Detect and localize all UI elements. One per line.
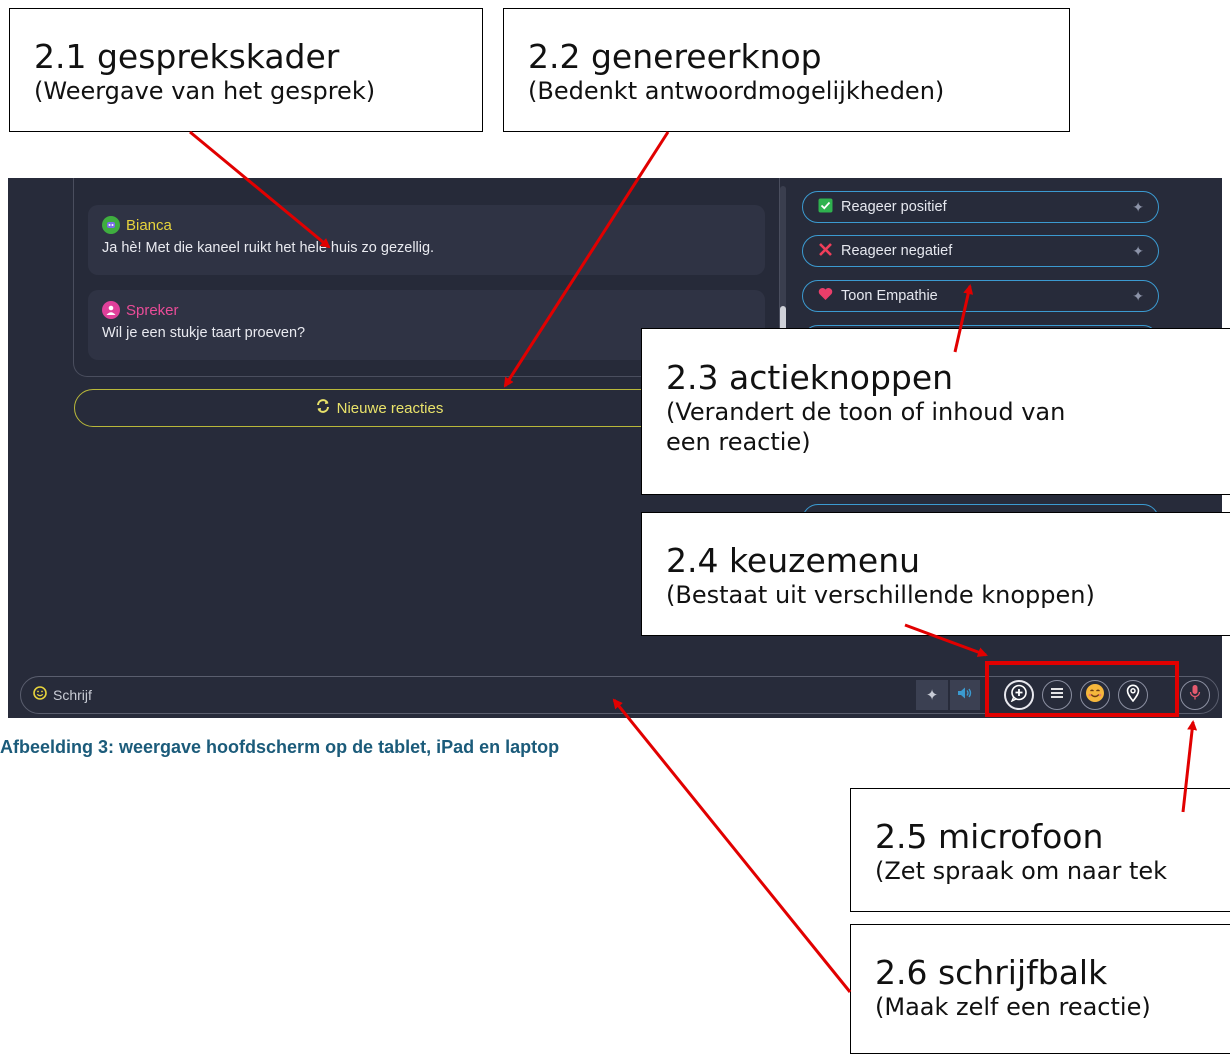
arrow-generate-button	[503, 131, 670, 388]
arrow-conversation-frame	[189, 130, 331, 249]
arrow-microphone	[1181, 720, 1198, 813]
arrow-choice-menu	[904, 623, 988, 657]
annotation-arrows	[189, 130, 1198, 993]
arrow-write-bar	[612, 698, 852, 993]
arrow-action-buttons	[953, 284, 974, 353]
